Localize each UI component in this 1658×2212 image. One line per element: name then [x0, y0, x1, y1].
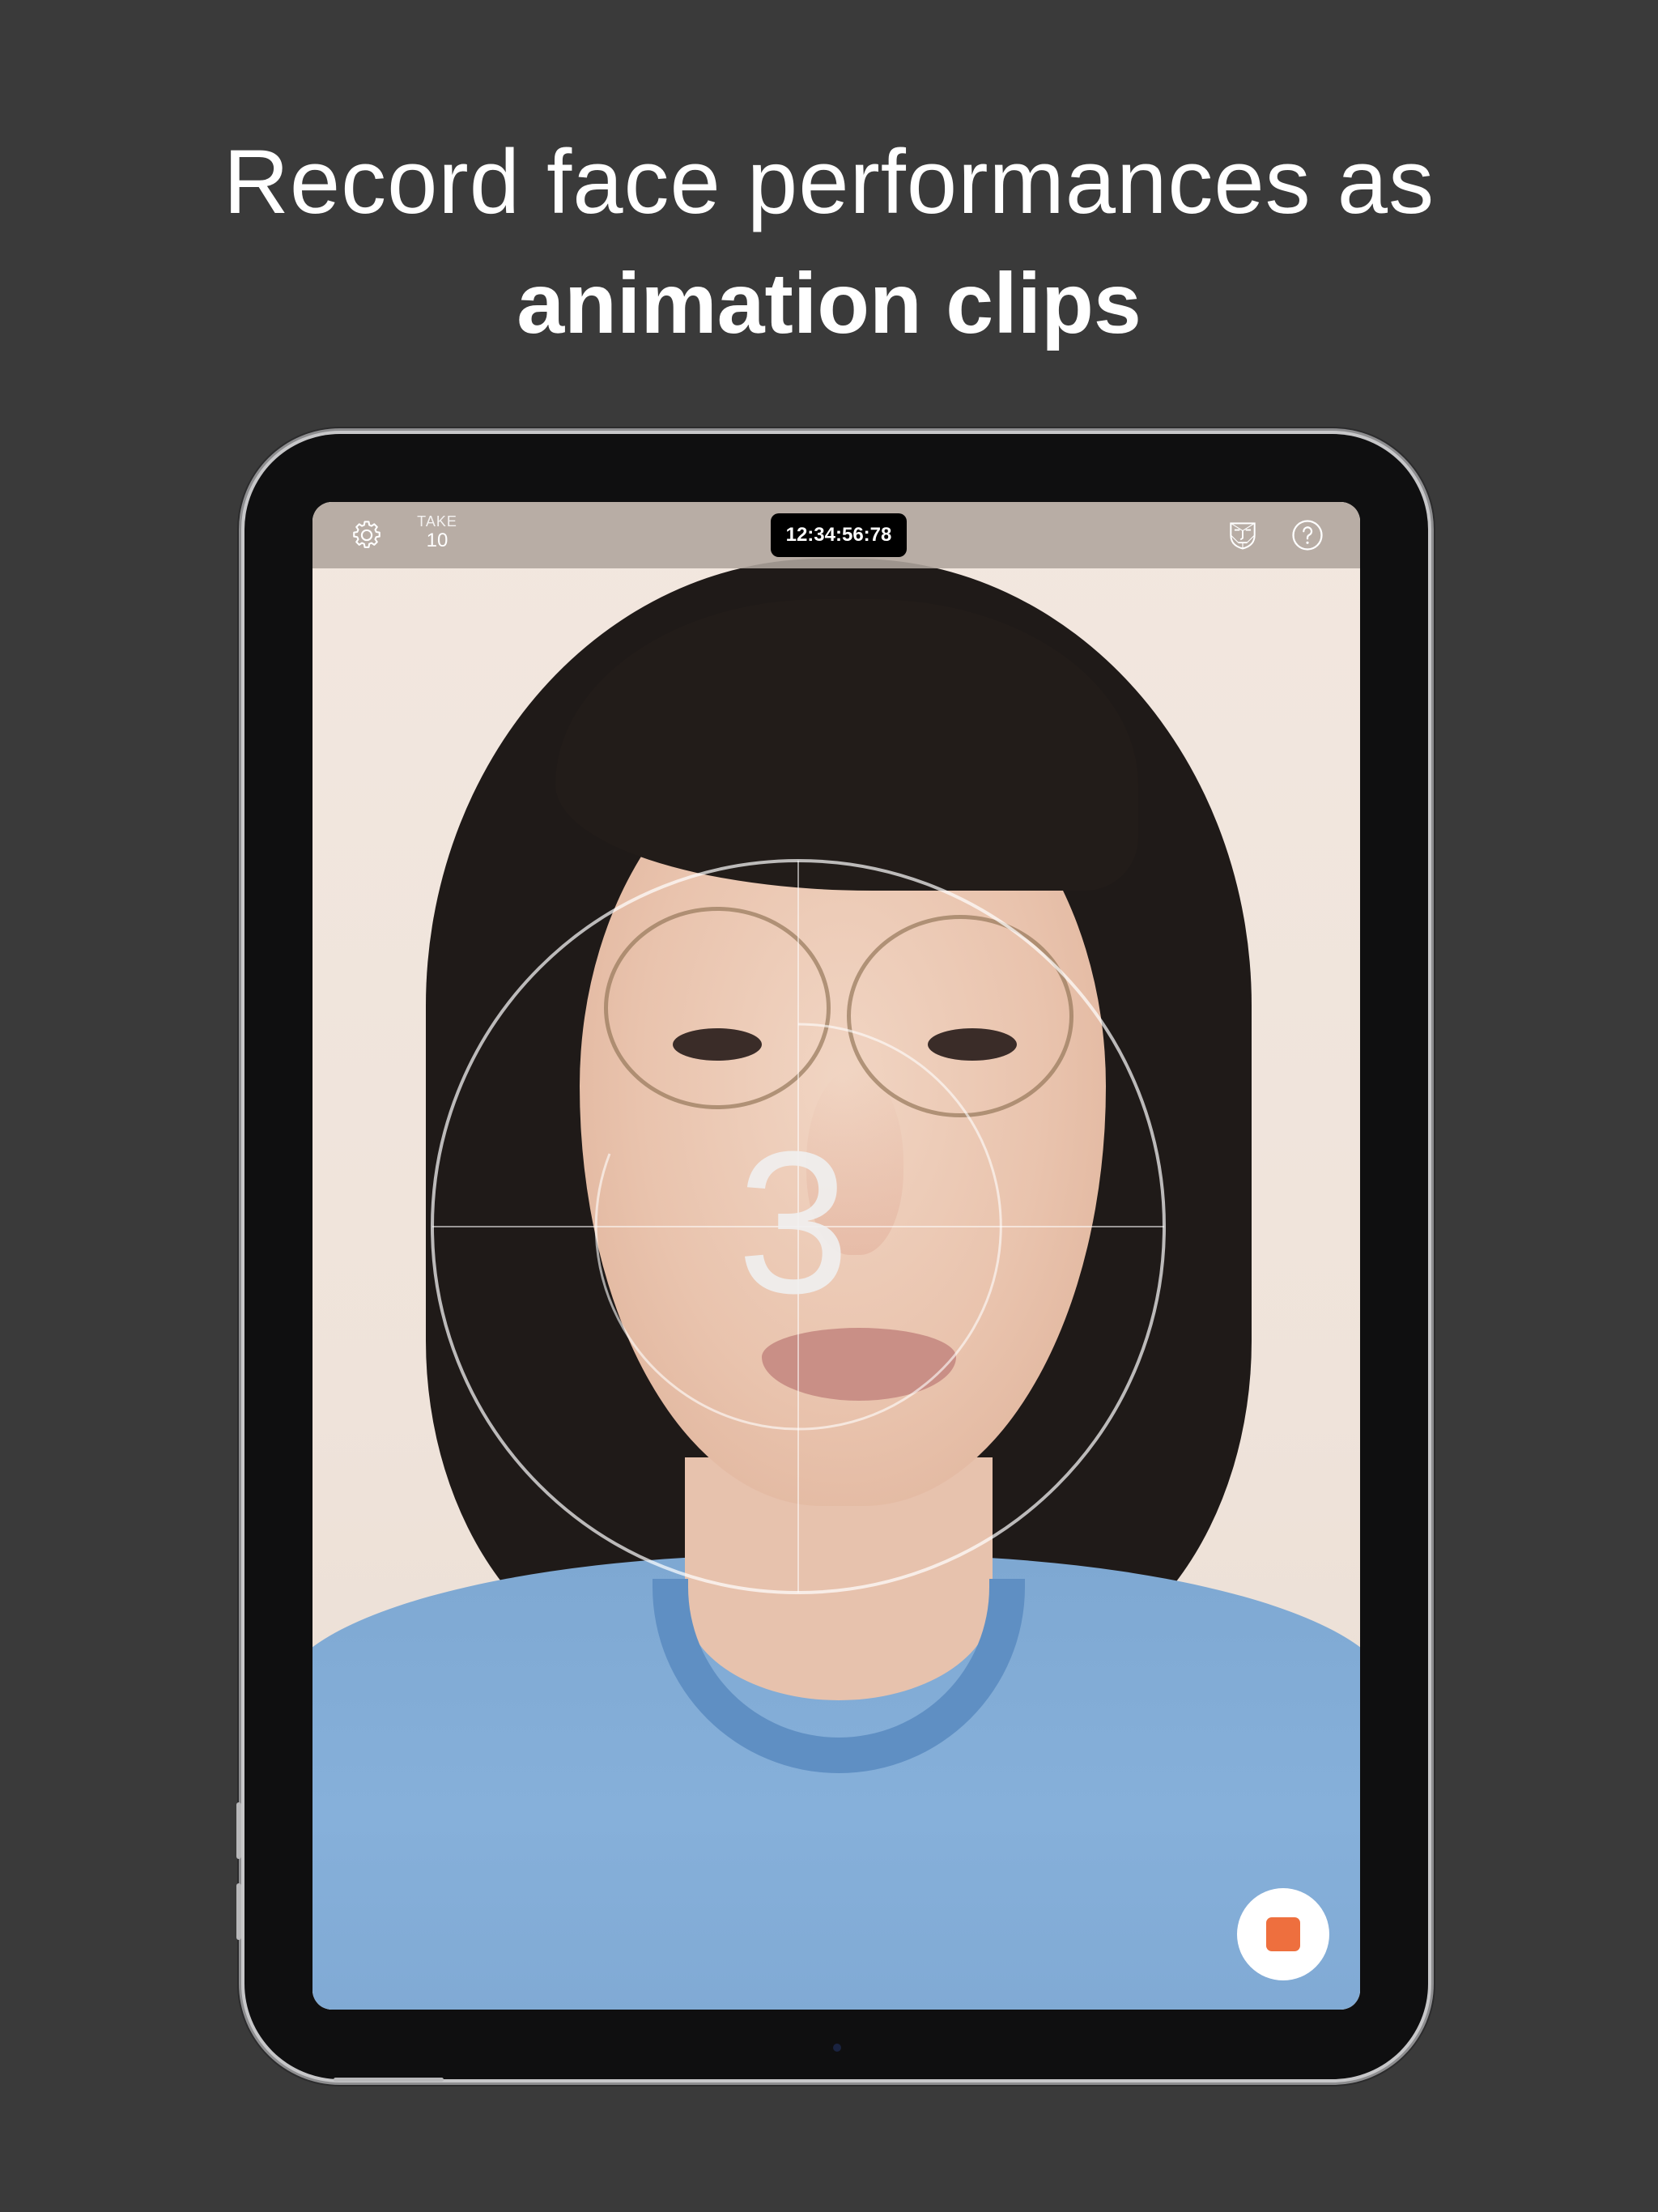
gear-icon — [353, 521, 380, 548]
headline-line-1: Record face performances as — [223, 131, 1435, 232]
help-icon — [1292, 520, 1323, 551]
take-number: 10 — [426, 530, 449, 551]
app-screen: 3 TAKE 10 12:34:56:78 — [312, 502, 1360, 2010]
volume-button — [236, 1883, 241, 1940]
top-button — [334, 2078, 444, 2082]
top-toolbar: TAKE 10 12:34:56:78 — [312, 502, 1360, 568]
headline-line-2: animation clips — [517, 256, 1141, 351]
help-button[interactable] — [1289, 517, 1326, 554]
headline: Record face performances as animation cl… — [0, 121, 1658, 364]
ipad-device-frame: 3 TAKE 10 12:34:56:78 — [236, 434, 1428, 2082]
take-indicator: TAKE 10 — [413, 513, 461, 552]
countdown-number: 3 — [737, 1109, 850, 1335]
timecode-display: 12:34:56:78 — [771, 513, 907, 557]
device-camera — [833, 2044, 841, 2052]
face-mask-icon — [1230, 522, 1256, 550]
app-store-screenshot: Record face performances as animation cl… — [0, 0, 1658, 2212]
record-stop-button[interactable] — [1237, 1888, 1329, 1980]
volume-button — [236, 1802, 241, 1859]
stop-icon — [1266, 1917, 1300, 1951]
take-label: TAKE — [417, 513, 457, 530]
settings-button[interactable] — [348, 517, 385, 554]
countdown-overlay: 3 — [312, 502, 1360, 2010]
face-mesh-button[interactable] — [1224, 517, 1261, 554]
